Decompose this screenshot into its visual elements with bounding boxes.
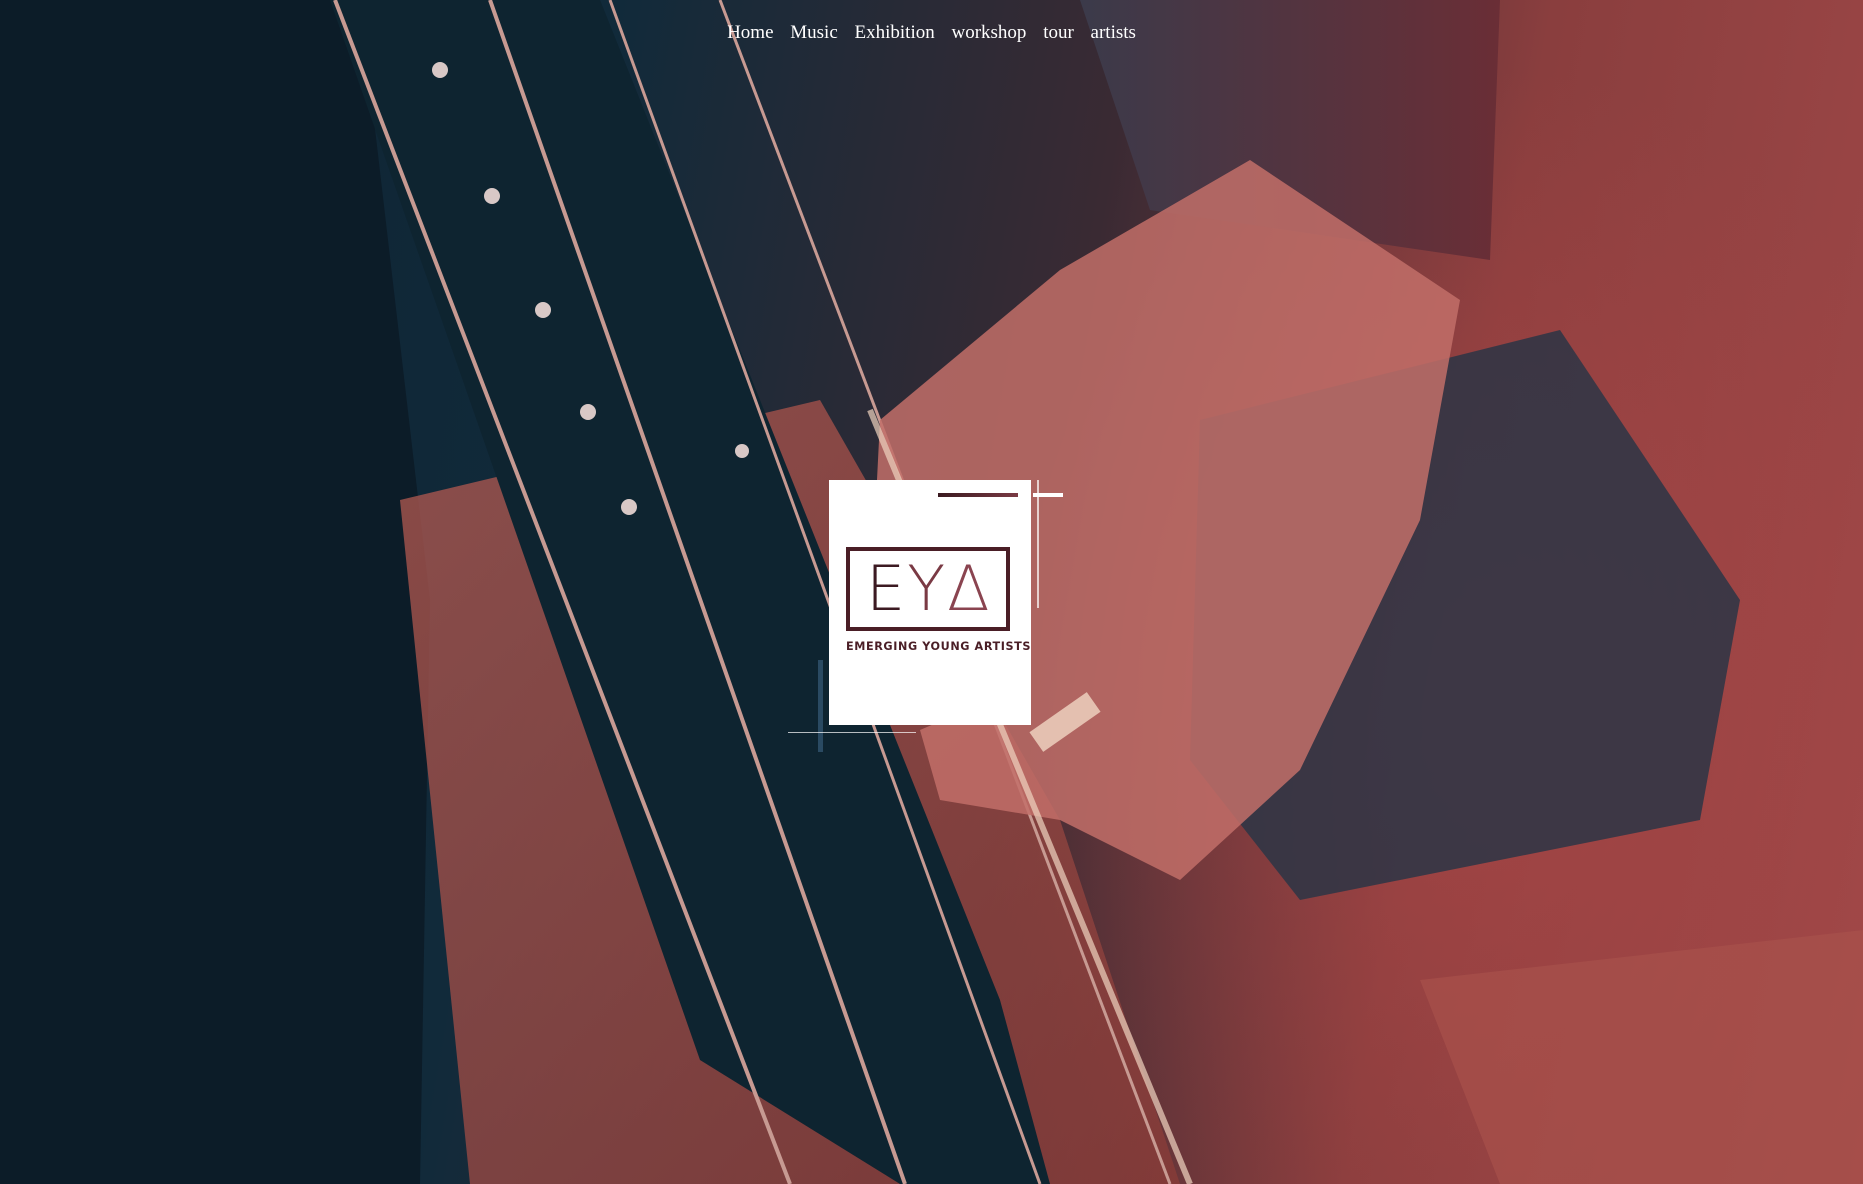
- deco-bar-top: [938, 493, 1018, 497]
- nav-music[interactable]: Music: [790, 22, 838, 43]
- logo-mark: EYΔ: [866, 555, 991, 623]
- main-nav: Home Music Exhibition workshop tour arti…: [0, 22, 1863, 44]
- nav-home[interactable]: Home: [727, 22, 773, 43]
- logo-card[interactable]: EYΔ EMERGING YOUNG ARTISTS: [829, 480, 1031, 725]
- nav-artists[interactable]: artists: [1091, 22, 1136, 43]
- logo-frame: EYΔ: [846, 547, 1010, 631]
- nav-workshop[interactable]: workshop: [951, 22, 1026, 43]
- logo-letter-y: Y: [907, 552, 948, 625]
- logo-letter-a: Δ: [947, 552, 992, 625]
- deco-line-right: [1037, 480, 1039, 608]
- hero-section: Home Music Exhibition workshop tour arti…: [0, 0, 1863, 1184]
- logo-subtitle: EMERGING YOUNG ARTISTS: [846, 640, 1032, 653]
- logo-letter-e: E: [866, 552, 908, 625]
- nav-tour[interactable]: tour: [1043, 22, 1074, 43]
- nav-exhibition[interactable]: Exhibition: [855, 22, 935, 43]
- deco-line-bottom: [788, 732, 916, 733]
- deco-line-left: [818, 660, 823, 752]
